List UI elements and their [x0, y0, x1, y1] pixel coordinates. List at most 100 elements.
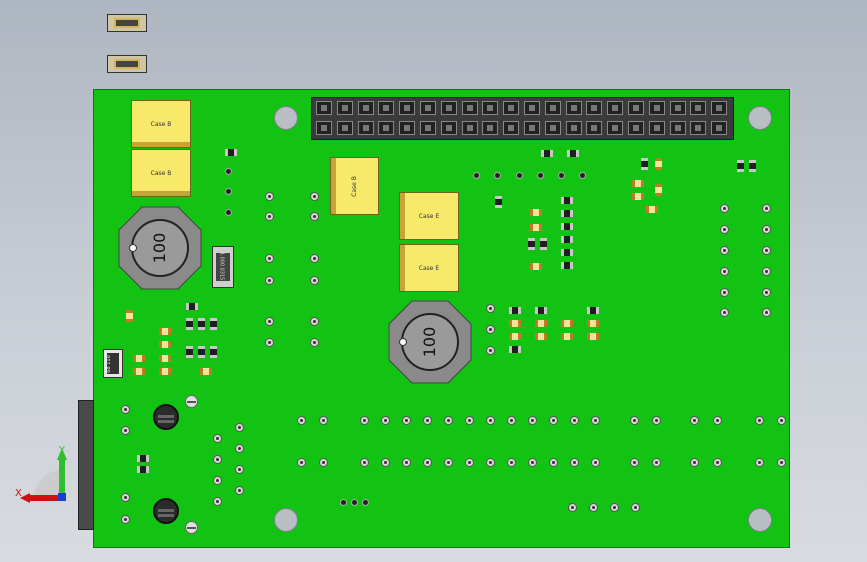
via-hole[interactable]: [310, 192, 319, 201]
via-hole[interactable]: [549, 416, 558, 425]
test-point[interactable]: [225, 209, 232, 216]
smd-component[interactable]: [567, 150, 579, 157]
via-hole[interactable]: [528, 458, 537, 467]
via-hole[interactable]: [265, 317, 274, 326]
resistor[interactable]: [535, 320, 547, 327]
resistor[interactable]: [646, 206, 658, 213]
resistor[interactable]: [535, 333, 547, 340]
capacitor-case-e-2[interactable]: Case E: [399, 244, 459, 292]
resistor[interactable]: [159, 355, 171, 362]
smd-component[interactable]: [509, 346, 521, 353]
via-hole[interactable]: [591, 416, 600, 425]
resistor[interactable]: [632, 180, 644, 187]
test-point[interactable]: [225, 168, 232, 175]
via-hole[interactable]: [265, 276, 274, 285]
smd-component[interactable]: [528, 238, 535, 250]
via-hole[interactable]: [486, 346, 495, 355]
via-hole[interactable]: [591, 458, 600, 467]
via-hole[interactable]: [762, 225, 771, 234]
via-hole[interactable]: [213, 455, 222, 464]
smd-component[interactable]: [210, 346, 217, 358]
trimmer-potentiometer-2[interactable]: [153, 498, 179, 524]
via-hole[interactable]: [310, 338, 319, 347]
via-hole[interactable]: [720, 204, 729, 213]
via-hole[interactable]: [755, 416, 764, 425]
smd-component[interactable]: [509, 307, 521, 314]
capacitor-case-b-2[interactable]: Case B: [131, 149, 191, 197]
via-hole[interactable]: [630, 416, 639, 425]
via-hole[interactable]: [630, 458, 639, 467]
smd-component[interactable]: [186, 318, 193, 330]
via-hole[interactable]: [319, 458, 328, 467]
via-hole[interactable]: [720, 267, 729, 276]
via-hole[interactable]: [423, 416, 432, 425]
via-hole[interactable]: [486, 304, 495, 313]
via-hole[interactable]: [297, 458, 306, 467]
resistor[interactable]: [159, 368, 171, 375]
via-hole[interactable]: [762, 288, 771, 297]
resistor[interactable]: [655, 184, 662, 196]
smd-component[interactable]: [198, 346, 205, 358]
via-hole[interactable]: [235, 423, 244, 432]
smd-component[interactable]: [561, 210, 573, 217]
smd-component[interactable]: [137, 455, 149, 462]
resistor[interactable]: [632, 193, 644, 200]
via-hole[interactable]: [652, 458, 661, 467]
via-hole[interactable]: [381, 416, 390, 425]
smd-component[interactable]: [541, 150, 553, 157]
test-point[interactable]: [473, 172, 480, 179]
via-hole[interactable]: [444, 458, 453, 467]
via-hole[interactable]: [213, 434, 222, 443]
smd-component[interactable]: [540, 238, 547, 250]
via-hole[interactable]: [121, 426, 130, 435]
test-point[interactable]: [537, 172, 544, 179]
resistor[interactable]: [126, 310, 133, 322]
test-point[interactable]: [225, 188, 232, 195]
via-hole[interactable]: [310, 254, 319, 263]
test-point[interactable]: [362, 499, 369, 506]
loose-component-1[interactable]: [107, 14, 147, 32]
resistor[interactable]: [561, 320, 573, 327]
via-hole[interactable]: [121, 493, 130, 502]
via-hole[interactable]: [720, 308, 729, 317]
smd-component[interactable]: [495, 196, 502, 208]
via-hole[interactable]: [755, 458, 764, 467]
loose-component-2[interactable]: [107, 55, 147, 73]
via-hole[interactable]: [213, 476, 222, 485]
resistor[interactable]: [655, 158, 662, 170]
resistor[interactable]: [509, 320, 521, 327]
via-hole[interactable]: [235, 444, 244, 453]
via-hole[interactable]: [713, 416, 722, 425]
capacitor-case-b-3[interactable]: Case B: [330, 157, 379, 215]
via-hole[interactable]: [444, 416, 453, 425]
via-hole[interactable]: [402, 416, 411, 425]
oscillator[interactable]: 4.000 0315: [212, 246, 234, 288]
via-hole[interactable]: [549, 458, 558, 467]
via-hole[interactable]: [610, 503, 619, 512]
via-hole[interactable]: [465, 458, 474, 467]
capacitor-case-e-1[interactable]: Case E: [399, 192, 459, 240]
smd-component[interactable]: [186, 346, 193, 358]
via-hole[interactable]: [762, 204, 771, 213]
trimmer-potentiometer-1[interactable]: [153, 404, 179, 430]
via-hole[interactable]: [235, 486, 244, 495]
resistor[interactable]: [133, 355, 145, 362]
test-point[interactable]: [558, 172, 565, 179]
resistor[interactable]: [587, 333, 599, 340]
resistor[interactable]: [200, 368, 212, 375]
via-hole[interactable]: [507, 416, 516, 425]
via-hole[interactable]: [568, 503, 577, 512]
resistor[interactable]: [587, 320, 599, 327]
via-hole[interactable]: [297, 416, 306, 425]
via-hole[interactable]: [720, 288, 729, 297]
resistor[interactable]: [509, 333, 521, 340]
via-hole[interactable]: [713, 458, 722, 467]
via-hole[interactable]: [310, 276, 319, 285]
smd-component[interactable]: [561, 236, 573, 243]
small-ic[interactable]: 68 110: [103, 349, 123, 378]
smd-component[interactable]: [225, 149, 237, 156]
resistor[interactable]: [159, 328, 171, 335]
via-hole[interactable]: [310, 317, 319, 326]
test-point[interactable]: [340, 499, 347, 506]
via-hole[interactable]: [507, 458, 516, 467]
